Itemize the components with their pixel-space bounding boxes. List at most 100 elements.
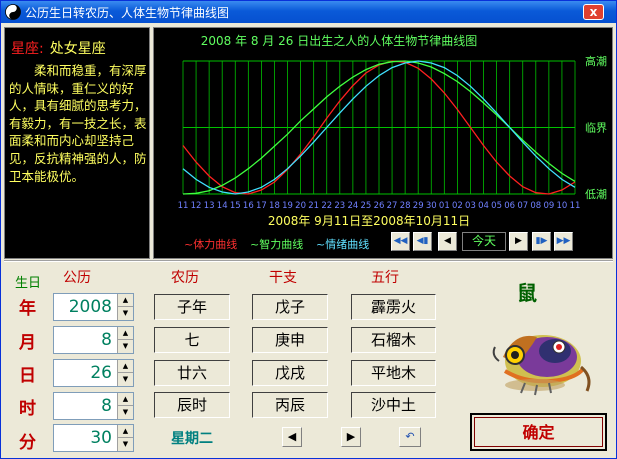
header-birth: 生日 [15, 276, 42, 291]
header-wuxing: 五行 [371, 270, 399, 286]
x-tick-label: 25 [361, 201, 372, 211]
header-ganzhi: 干支 [269, 270, 297, 286]
x-tick-label: 10 [557, 201, 568, 211]
month-up-icon[interactable]: ▲ [118, 327, 133, 340]
header-lunar: 农历 [171, 270, 199, 286]
prev-date-button[interactable]: ◀ [282, 427, 302, 447]
x-tick-label: 02 [452, 201, 463, 211]
x-tick-label: 28 [400, 201, 411, 211]
minute-up-icon[interactable]: ▲ [118, 425, 133, 438]
confirm-label: 确定 [474, 417, 603, 447]
x-tick-label: 30 [426, 201, 437, 211]
next-date-button[interactable]: ▶ [341, 427, 361, 447]
legend-physical: ~体力曲线 [184, 238, 238, 251]
lunar-year: 子年 [154, 294, 230, 320]
month-spinner[interactable]: 8 ▲ ▼ [53, 326, 134, 354]
hour-up-icon[interactable]: ▲ [118, 393, 133, 406]
x-tick-label: 09 [543, 201, 554, 211]
x-tick-label: 11 [178, 201, 189, 211]
hour-value[interactable]: 8 [54, 393, 116, 419]
x-tick-label: 21 [308, 201, 319, 211]
x-tick-label: 17 [256, 201, 267, 211]
last-month-icon[interactable]: ▶▶ [554, 232, 573, 251]
day-down-icon[interactable]: ▼ [118, 373, 133, 386]
today-button[interactable]: 今天 [462, 232, 506, 251]
lunar-day: 廿六 [154, 360, 230, 386]
date-range: 2008年 9月11日至2008年10月11日 [267, 214, 471, 228]
lunar-hour: 辰时 [154, 392, 230, 418]
x-tick-label: 06 [504, 201, 515, 211]
undo-icon: ↶ [405, 430, 415, 443]
day-spinner[interactable]: 26 ▲ ▼ [53, 359, 134, 387]
x-tick-label: 18 [269, 201, 280, 211]
arrow-left-icon: ◀ [287, 430, 297, 443]
hour-spin-buttons: ▲ ▼ [117, 393, 133, 419]
x-tick-label: 05 [491, 201, 502, 211]
x-tick-label: 15 [230, 201, 241, 211]
arrow-right-icon: ▶ [346, 430, 356, 443]
zodiac-description-panel: 星座: 处女星座 柔和而稳重，有深厚的人情味，重仁义的好人，具有细腻的思考力，有毅… [4, 27, 150, 259]
hour-spinner[interactable]: 8 ▲ ▼ [53, 392, 134, 420]
personality-description: 柔和而稳重，有深厚的人情味，重仁义的好人，具有细腻的思考力，有毅力，有一技之长，… [9, 63, 147, 184]
level-label: 高潮 [585, 54, 607, 68]
month-value[interactable]: 8 [54, 327, 116, 353]
row-label-year: 年 [19, 299, 36, 319]
row-label-minute: 分 [19, 433, 36, 453]
x-tick-label: 13 [204, 201, 215, 211]
x-tick-label: 23 [334, 201, 345, 211]
next-week-icon[interactable]: ▮▶ [532, 232, 551, 251]
hour-down-icon[interactable]: ▼ [118, 406, 133, 419]
close-button[interactable]: x [583, 4, 604, 20]
first-month-icon[interactable]: ◀◀ [391, 232, 410, 251]
star-sign-label: 星座: [11, 41, 44, 57]
minute-spinner[interactable]: 30 ▲ ▼ [53, 424, 134, 452]
x-tick-label: 03 [465, 201, 476, 211]
star-sign-value: 处女星座 [49, 41, 106, 57]
year-spin-buttons: ▲ ▼ [117, 294, 133, 320]
month-spin-buttons: ▲ ▼ [117, 327, 133, 353]
x-tick-label: 14 [217, 201, 228, 211]
row-label-day: 日 [19, 366, 36, 386]
x-tick-label: 01 [439, 201, 450, 211]
reset-button[interactable]: ↶ [399, 427, 421, 447]
title-bar[interactable]: 公历生日转农历、人体生物节律曲线图 x [1, 1, 616, 23]
x-tick-label: 27 [387, 201, 398, 211]
next-day-icon[interactable]: ▶ [509, 232, 528, 251]
wuxing-year: 霹雳火 [351, 294, 436, 320]
row-label-month: 月 [19, 333, 36, 353]
minute-value[interactable]: 30 [54, 425, 116, 451]
day-up-icon[interactable]: ▲ [118, 360, 133, 373]
x-tick-label: 22 [321, 201, 332, 211]
ganzhi-month: 庚申 [252, 327, 328, 353]
x-tick-label: 11 [570, 201, 581, 211]
minute-spin-buttons: ▲ ▼ [117, 425, 133, 451]
star-sign-line: 星座: 处女星座 [11, 38, 106, 58]
year-value[interactable]: 2008 [54, 294, 116, 320]
minute-down-icon[interactable]: ▼ [118, 438, 133, 451]
weekday-label: 星期二 [171, 431, 213, 447]
wuxing-month: 石榴木 [351, 327, 436, 353]
year-spinner[interactable]: 2008 ▲ ▼ [53, 293, 134, 321]
x-tick-label: 04 [478, 201, 489, 211]
x-tick-label: 24 [347, 201, 358, 211]
year-down-icon[interactable]: ▼ [118, 307, 133, 320]
ganzhi-day: 戊戌 [252, 360, 328, 386]
x-tick-label: 07 [517, 201, 528, 211]
prev-week-icon[interactable]: ◀▮ [413, 232, 432, 251]
wuxing-hour: 沙中土 [351, 392, 436, 418]
day-value[interactable]: 26 [54, 360, 116, 386]
prev-day-icon[interactable]: ◀ [438, 232, 457, 251]
window-title: 公历生日转农历、人体生物节律曲线图 [25, 6, 230, 20]
x-tick-label: 16 [243, 201, 254, 211]
zodiac-animal: 鼠 [517, 281, 537, 305]
x-tick-label: 20 [295, 201, 306, 211]
x-tick-label: 29 [413, 201, 424, 211]
day-spin-buttons: ▲ ▼ [117, 360, 133, 386]
confirm-button[interactable]: 确定 [470, 413, 607, 451]
x-tick-label: 08 [530, 201, 541, 211]
month-down-icon[interactable]: ▼ [118, 340, 133, 353]
biorhythm-chart-panel: 2008 年 8 月 26 日出生之人的人体生物节律曲线图 11 12 13 14 15… [153, 27, 613, 259]
year-up-icon[interactable]: ▲ [118, 294, 133, 307]
level-label: 临界 [585, 121, 607, 135]
header-solar: 公历 [63, 270, 91, 286]
